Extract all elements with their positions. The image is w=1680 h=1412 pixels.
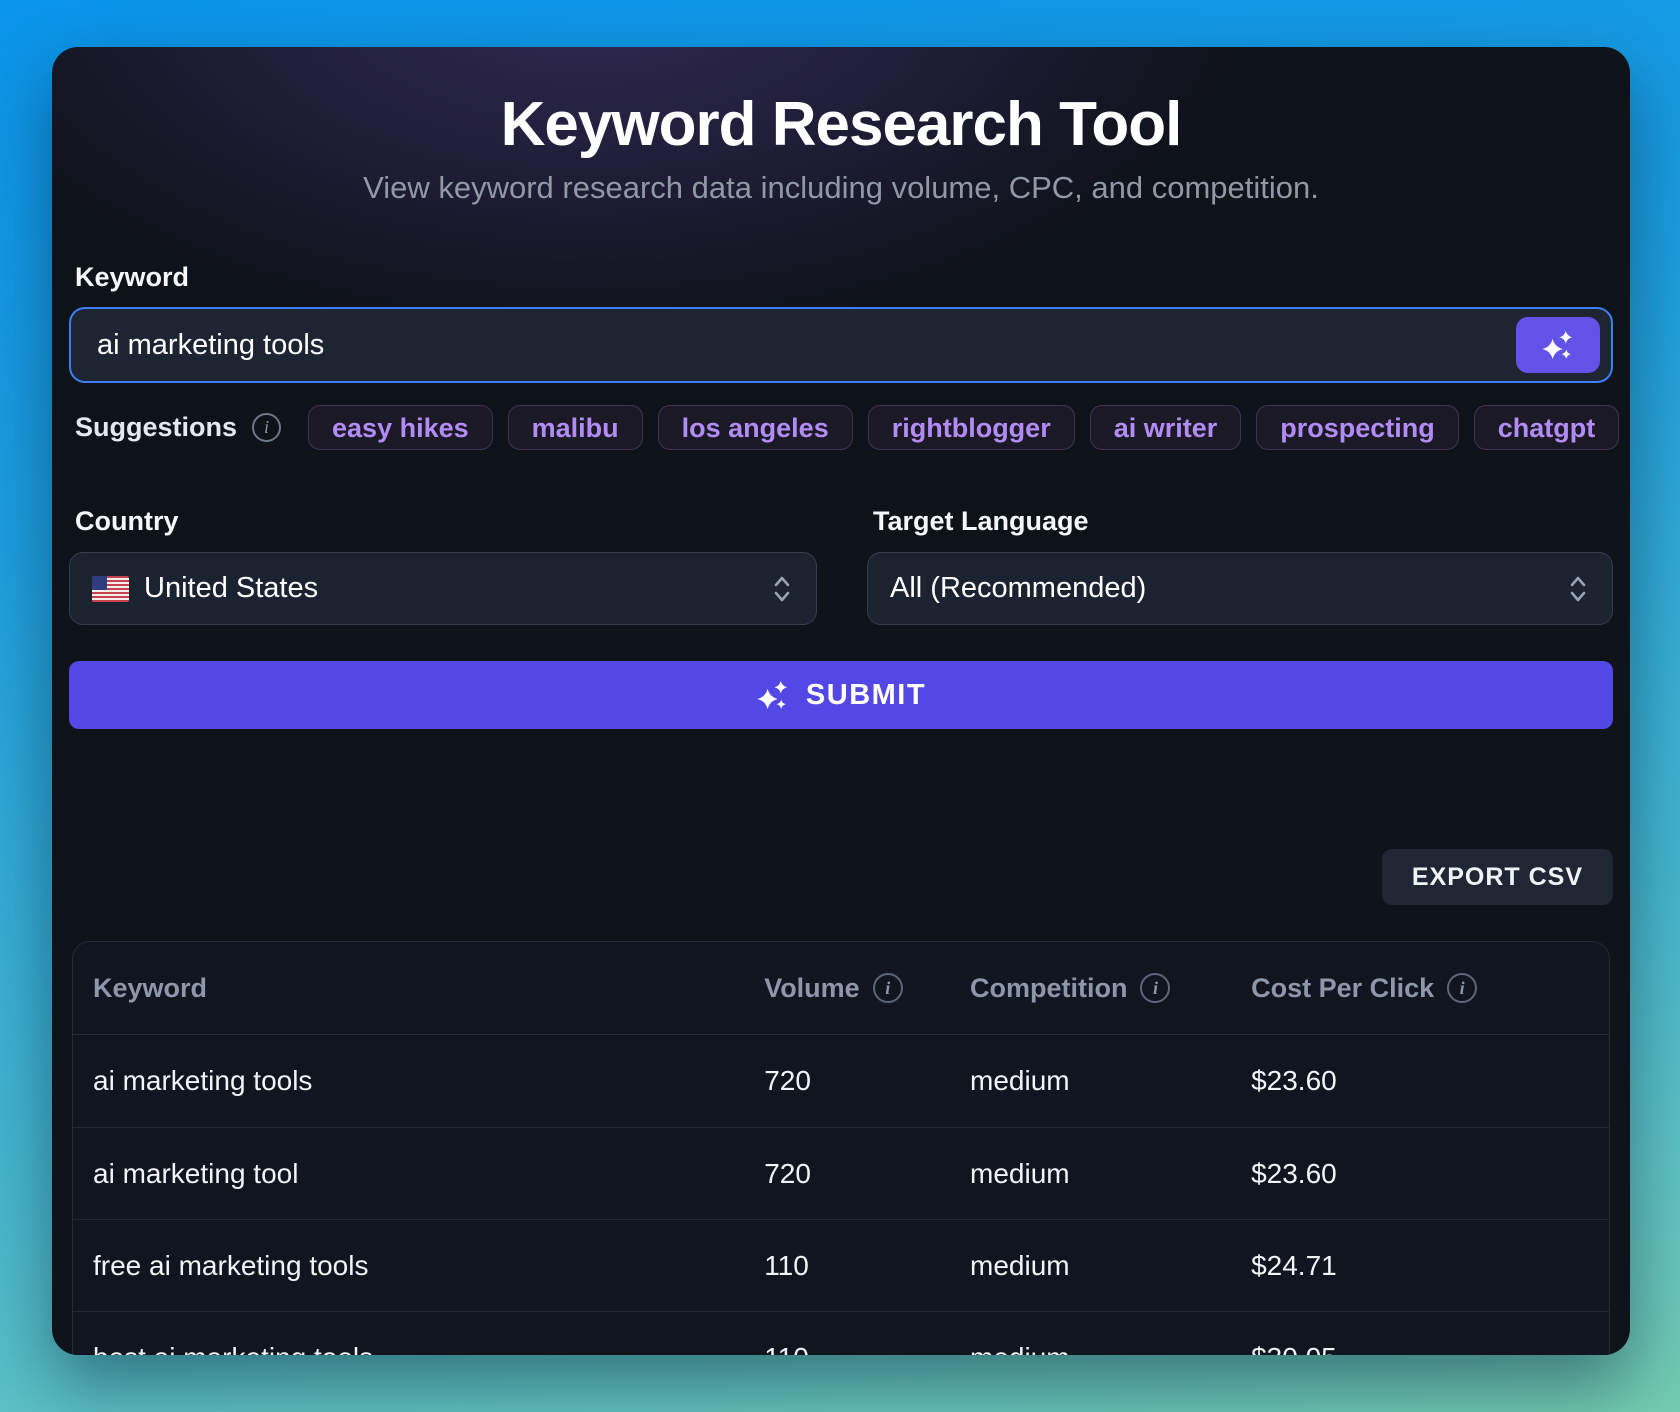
cell-competition: medium xyxy=(970,1250,1251,1282)
submit-button[interactable]: SUBMIT xyxy=(69,661,1613,729)
suggestion-chip[interactable]: chatgpt xyxy=(1474,405,1620,450)
suggestion-chip[interactable]: easy hikes xyxy=(308,405,493,450)
cell-keyword: best ai marketing tools xyxy=(73,1342,764,1356)
competition-info-icon[interactable] xyxy=(1140,973,1170,1003)
results-table: Keyword Volume Competition Cost Per Clic… xyxy=(72,941,1610,1355)
column-header-keyword: Keyword xyxy=(73,973,764,1004)
page-title: Keyword Research Tool xyxy=(69,89,1613,160)
cell-volume: 110 xyxy=(764,1250,970,1282)
suggestion-chips: easy hikes malibu los angeles rightblogg… xyxy=(308,405,1630,450)
us-flag-icon xyxy=(92,576,129,602)
suggestion-chip[interactable]: malibu xyxy=(508,405,643,450)
suggestions-label: Suggestions xyxy=(69,412,237,443)
ai-suggest-button[interactable] xyxy=(1516,317,1600,373)
column-header-cpc: Cost Per Click xyxy=(1251,973,1609,1004)
table-row: free ai marketing tools 110 medium $24.7… xyxy=(73,1219,1609,1311)
suggestions-row: Suggestions easy hikes malibu los angele… xyxy=(69,405,1630,450)
sparkles-icon xyxy=(756,678,790,712)
keyword-label: Keyword xyxy=(69,262,1613,293)
cell-volume: 720 xyxy=(764,1158,970,1190)
cpc-info-icon[interactable] xyxy=(1447,973,1477,1003)
language-label: Target Language xyxy=(867,506,1613,537)
sparkles-icon xyxy=(1541,328,1575,362)
country-select[interactable]: United States xyxy=(69,552,817,625)
suggestion-chip[interactable]: rightblogger xyxy=(868,405,1075,450)
cell-keyword: ai marketing tool xyxy=(73,1158,764,1190)
volume-info-icon[interactable] xyxy=(873,973,903,1003)
column-header-competition: Competition xyxy=(970,973,1251,1004)
cell-cpc: $23.60 xyxy=(1251,1158,1609,1190)
table-header-row: Keyword Volume Competition Cost Per Clic… xyxy=(73,942,1609,1035)
suggestion-chip[interactable]: prospecting xyxy=(1256,405,1459,450)
language-value: All (Recommended) xyxy=(890,572,1566,605)
table-row: ai marketing tools 720 medium $23.60 xyxy=(73,1035,1609,1127)
cell-volume: 110 xyxy=(764,1342,970,1356)
page-subtitle: View keyword research data including vol… xyxy=(69,170,1613,206)
cell-cpc: $30.05 xyxy=(1251,1342,1609,1356)
cell-competition: medium xyxy=(970,1158,1251,1190)
export-csv-button[interactable]: EXPORT CSV xyxy=(1382,849,1613,905)
language-select[interactable]: All (Recommended) xyxy=(867,552,1613,625)
table-row: ai marketing tool 720 medium $23.60 xyxy=(73,1127,1609,1219)
cell-volume: 720 xyxy=(764,1065,970,1097)
country-label: Country xyxy=(69,506,817,537)
cell-competition: medium xyxy=(970,1342,1251,1356)
keyword-input-wrap xyxy=(69,307,1613,383)
cell-keyword: ai marketing tools xyxy=(73,1065,764,1097)
table-row: best ai marketing tools 110 medium $30.0… xyxy=(73,1311,1609,1355)
suggestions-info-icon[interactable] xyxy=(252,413,281,442)
chevron-updown-icon xyxy=(1566,573,1590,605)
cell-cpc: $24.71 xyxy=(1251,1250,1609,1282)
submit-label: SUBMIT xyxy=(806,679,926,712)
suggestion-chip[interactable]: ai writer xyxy=(1090,405,1242,450)
suggestion-chip[interactable]: los angeles xyxy=(658,405,853,450)
keyword-input[interactable] xyxy=(69,307,1613,383)
column-header-volume: Volume xyxy=(764,973,970,1004)
keyword-research-card: Keyword Research Tool View keyword resea… xyxy=(52,47,1630,1355)
cell-competition: medium xyxy=(970,1065,1251,1097)
cell-keyword: free ai marketing tools xyxy=(73,1250,764,1282)
chevron-updown-icon xyxy=(770,573,794,605)
cell-cpc: $23.60 xyxy=(1251,1065,1609,1097)
country-value: United States xyxy=(144,572,770,605)
